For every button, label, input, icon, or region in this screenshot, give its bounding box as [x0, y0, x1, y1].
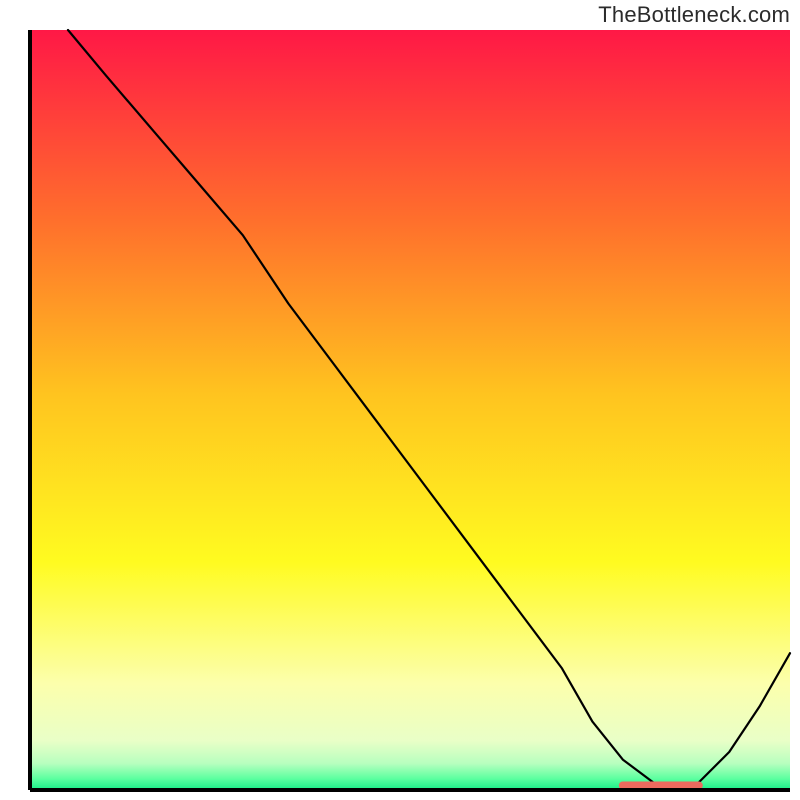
chart-root: { "attribution": "TheBottleneck.com", "c…	[0, 0, 800, 800]
plot-background	[30, 30, 790, 790]
bottleneck-chart	[0, 0, 800, 800]
